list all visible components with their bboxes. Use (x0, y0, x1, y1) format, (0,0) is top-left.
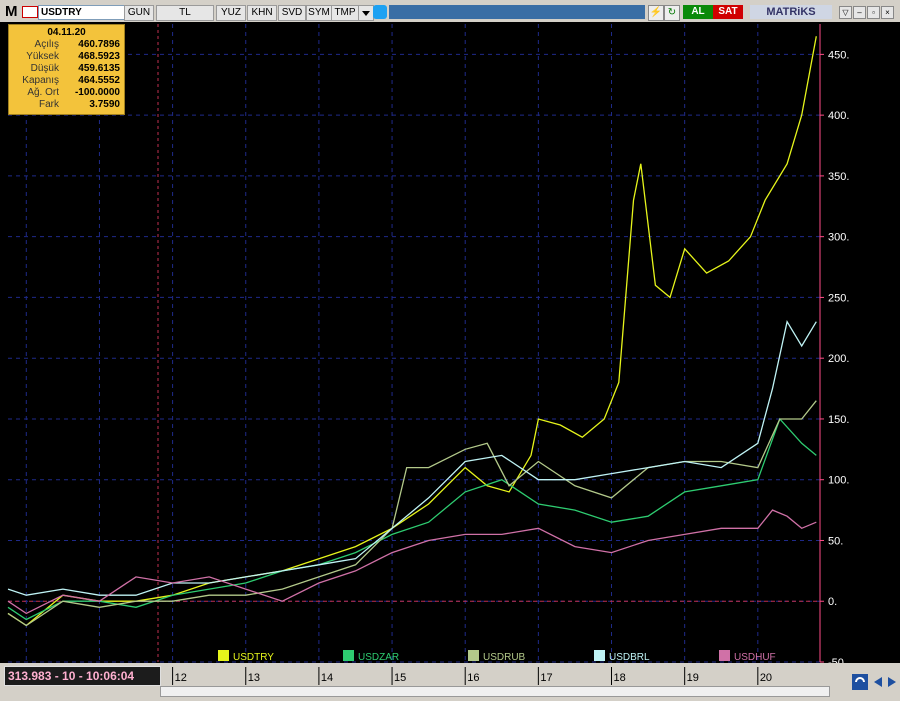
y-tick-label: 250. (828, 292, 849, 304)
time-scrollbar[interactable] (160, 686, 830, 697)
y-tick-label: 150. (828, 414, 849, 426)
y-tick-label: 50. (828, 535, 843, 547)
refresh-icon[interactable]: ↻ (664, 5, 680, 21)
info-row: Yüksek 468.5923 (26, 51, 120, 62)
x-tick-label: 15 (394, 672, 406, 684)
toolbar: M USDTRY GUN TL YUZ KHN SVD SYM TMP ⚡ ↻ … (0, 0, 900, 23)
info-row: Düşük 459.6135 (30, 63, 120, 74)
tl-button[interactable]: TL (156, 5, 214, 21)
app-logo-icon (22, 6, 38, 18)
y-tick-label: 350. (828, 171, 849, 183)
buy-button[interactable]: AL (683, 5, 713, 19)
info-row: Açılış 460.7896 (34, 39, 120, 50)
y-tick-label: 450. (828, 49, 849, 61)
info-row: Fark 3.7590 (39, 99, 120, 110)
x-tick-label: 14 (321, 672, 333, 684)
sync-icon[interactable] (852, 674, 868, 690)
window-menu-icon[interactable]: ▽ (839, 6, 852, 19)
gun-button[interactable]: GUN (124, 5, 154, 21)
x-tick-label: 20 (760, 672, 772, 684)
legend-swatch (468, 650, 479, 661)
tmp-button[interactable]: TMP (331, 5, 359, 21)
lightning-icon[interactable]: ⚡ (648, 5, 664, 21)
y-tick-label: 100. (828, 475, 849, 487)
x-tick-label: 18 (614, 672, 626, 684)
x-axis: 1011121314151617181920 (172, 667, 772, 685)
info-row: Kapanış 464.5552 (22, 75, 120, 86)
legend-label: USDHUF (734, 652, 776, 663)
x-tick-label: 19 (687, 672, 699, 684)
chart-background (0, 22, 900, 663)
info-row: Ağ. Ort -100.0000 (27, 87, 120, 98)
x-tick-label: 13 (248, 672, 260, 684)
legend-swatch (343, 650, 354, 661)
scroll-right-icon[interactable] (884, 674, 900, 690)
app-letter: M (5, 3, 18, 20)
x-tick-label: 16 (467, 672, 479, 684)
svd-button[interactable]: SVD (278, 5, 306, 21)
legend-swatch (719, 650, 730, 661)
y-tick-label: 300. (828, 232, 849, 244)
twitter-icon[interactable] (373, 5, 387, 19)
info-date: 04.11.20 (47, 27, 86, 38)
legend-swatch (594, 650, 605, 661)
legend-label: USDTRY (233, 652, 274, 663)
ohlc-info-box: 04.11.20 Açılış 460.7896 Yüksek 468.5923 D… (8, 24, 125, 115)
sym-button[interactable]: SYM (306, 5, 332, 21)
minimize-icon[interactable]: – (853, 6, 866, 19)
brand-logo: MATRiKS (750, 5, 832, 19)
sell-button[interactable]: SAT (713, 5, 743, 19)
x-tick-label: 17 (540, 672, 552, 684)
khn-button[interactable]: KHN (247, 5, 277, 21)
price-chart[interactable]: -50.0.50.100.150.200.250.300.350.400.450… (0, 22, 900, 663)
toolbar-spacer (389, 5, 645, 19)
legend-label: USDBRL (609, 652, 650, 663)
yuz-button[interactable]: YUZ (216, 5, 246, 21)
legend-swatch (218, 650, 229, 661)
dropdown-icon[interactable] (358, 5, 374, 21)
restore-icon[interactable]: ▫ (867, 6, 880, 19)
close-icon[interactable]: × (881, 6, 894, 19)
x-tick-label: 12 (175, 672, 187, 684)
legend-label: USDZAR (358, 652, 399, 663)
legend-label: USDRUB (483, 652, 526, 663)
cursor-readout: 313.983 - 10 - 10:06:04 (4, 666, 161, 686)
symbol-input[interactable]: USDTRY (38, 5, 126, 20)
y-tick-label: 400. (828, 110, 849, 122)
bottom-bar: 313.983 - 10 - 10:06:04 1011121314151617… (0, 663, 900, 701)
y-tick-label: 0. (828, 596, 837, 608)
y-tick-label: 200. (828, 353, 849, 365)
